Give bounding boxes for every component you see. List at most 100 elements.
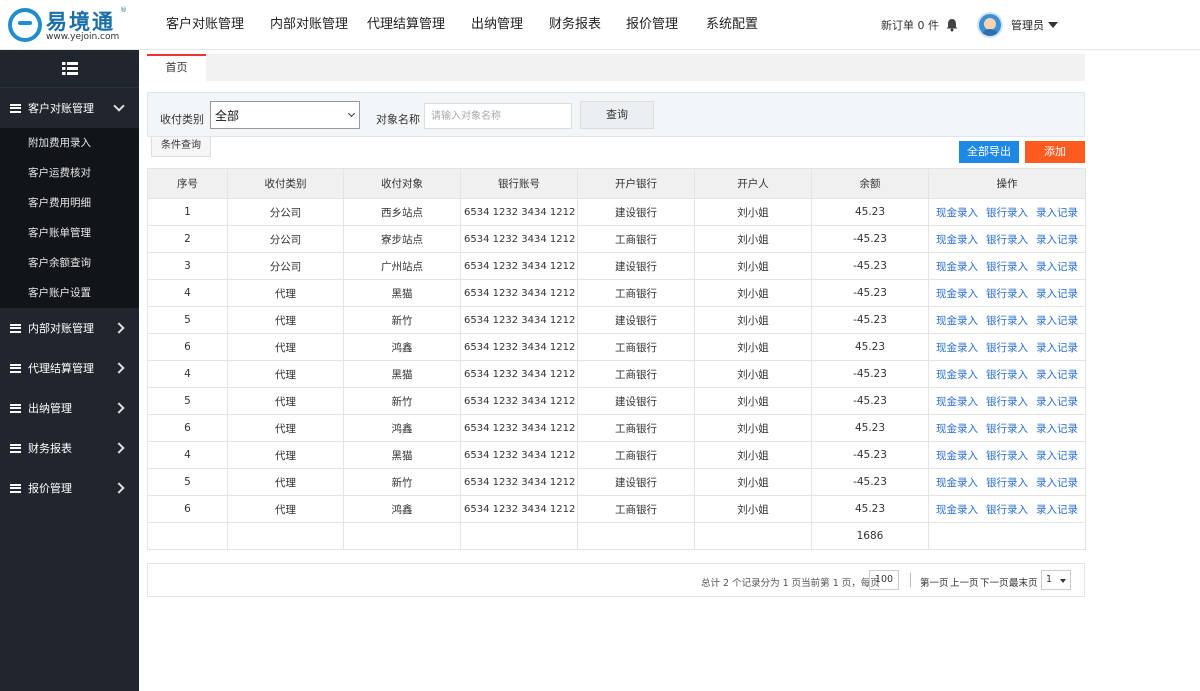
bank-entry-link[interactable]: 银行录入 [986,369,1028,381]
row-balance: -45.23 [811,252,929,280]
cash-entry-link[interactable]: 现金录入 [936,315,978,327]
row-holder: 刘小姐 [694,495,812,523]
bank-entry-link[interactable]: 银行录入 [986,477,1028,489]
sidebar-group-financial-reports[interactable]: 财务报表 [0,428,139,468]
entry-records-link[interactable]: 录入记录 [1036,261,1078,273]
bank-entry-link[interactable]: 银行录入 [986,423,1028,435]
page-size-input[interactable]: 100 [869,570,899,590]
filter-type-select[interactable]: 全部 [210,101,360,129]
cash-entry-link[interactable]: 现金录入 [936,423,978,435]
next-page-link[interactable]: 下一页 [980,575,1009,589]
table-row: 5代理新竹6534 1232 3434 1212 122建设银行刘小姐-45.2… [147,387,1086,415]
row-balance: 45.23 [811,198,929,226]
avatar[interactable] [977,12,1003,38]
page-number-select[interactable]: 1 [1041,570,1071,590]
sidebar-group-label: 代理结算管理 [28,362,94,375]
row-object: 鸿鑫 [343,495,461,523]
logo-url: www.yejoin.com [46,32,120,42]
logo[interactable]: 易境通 ® www.yejoin.com [8,6,127,44]
entry-records-link[interactable]: 录入记录 [1036,369,1078,381]
chevron-right-icon [113,482,125,494]
nav-item-financial-reports[interactable]: 财务报表 [549,0,626,50]
bank-entry-link[interactable]: 银行录入 [986,288,1028,300]
object-name-input[interactable] [424,103,572,129]
entry-records-link[interactable]: 录入记录 [1036,207,1078,219]
last-page-link[interactable]: 最末页 [1009,575,1038,589]
sidebar-item-balance-query[interactable]: 客户余额查询 [0,248,139,278]
nav-item-quotation[interactable]: 报价管理 [626,0,706,50]
cash-entry-link[interactable]: 现金录入 [936,477,978,489]
row-index: 6 [147,414,228,442]
column-header[interactable]: 余额 [811,168,929,199]
nav-item-system-config[interactable]: 系统配置 [706,0,776,50]
column-header[interactable]: 序号 [147,168,228,199]
bell-icon[interactable] [945,18,959,32]
cash-entry-link[interactable]: 现金录入 [936,261,978,273]
cash-entry-link[interactable]: 现金录入 [936,342,978,354]
row-account: 6534 1232 3434 1212 122 [460,225,578,253]
cash-entry-link[interactable]: 现金录入 [936,369,978,381]
entry-records-link[interactable]: 录入记录 [1036,396,1078,408]
prev-page-link[interactable]: 上一页 [950,575,979,589]
sidebar-group-agent-settlement[interactable]: 代理结算管理 [0,348,139,388]
column-header[interactable]: 银行账号 [460,168,578,199]
sidebar-item-bill-management[interactable]: 客户账单管理 [0,218,139,248]
bank-entry-link[interactable]: 银行录入 [986,504,1028,516]
sidebar-item-surcharge-entry[interactable]: 附加费用录入 [0,128,139,158]
sidebar-group-internal-reconciliation[interactable]: 内部对账管理 [0,308,139,348]
sidebar-group-cashier[interactable]: 出纳管理 [0,388,139,428]
nav-item-internal-reconciliation[interactable]: 内部对账管理 [270,0,367,50]
new-orders-count[interactable]: 新订单 0 件 [881,17,939,33]
cash-entry-link[interactable]: 现金录入 [936,234,978,246]
top-header: 易境通 ® www.yejoin.com 客户对账管理 内部对账管理 代理结算管… [0,0,1200,50]
cash-entry-link[interactable]: 现金录入 [936,450,978,462]
bank-entry-link[interactable]: 银行录入 [986,342,1028,354]
cash-entry-link[interactable]: 现金录入 [936,504,978,516]
bank-entry-link[interactable]: 银行录入 [986,261,1028,273]
first-page-link[interactable]: 第一页 [920,575,949,589]
bank-entry-link[interactable]: 银行录入 [986,450,1028,462]
entry-records-link[interactable]: 录入记录 [1036,342,1078,354]
entry-records-link[interactable]: 录入记录 [1036,504,1078,516]
sidebar-item-freight-check[interactable]: 客户运费核对 [0,158,139,188]
query-button[interactable]: 查询 [580,101,654,129]
entry-records-link[interactable]: 录入记录 [1036,450,1078,462]
table-total-row: 1686 [147,522,1086,550]
logo-registered-mark: ® [120,6,127,14]
sidebar-item-account-settings[interactable]: 客户账户设置 [0,278,139,308]
bank-entry-link[interactable]: 银行录入 [986,396,1028,408]
export-all-button[interactable]: 全部导出 [959,141,1019,163]
entry-records-link[interactable]: 录入记录 [1036,234,1078,246]
bank-entry-link[interactable]: 银行录入 [986,315,1028,327]
entry-records-link[interactable]: 录入记录 [1036,288,1078,300]
column-header[interactable]: 操作 [928,168,1086,199]
entry-records-link[interactable]: 录入记录 [1036,423,1078,435]
nav-item-cashier[interactable]: 出纳管理 [471,0,549,50]
entry-records-link[interactable]: 录入记录 [1036,315,1078,327]
bank-entry-link[interactable]: 银行录入 [986,207,1028,219]
add-button[interactable]: 添加 [1025,141,1085,163]
sidebar-item-fee-details[interactable]: 客户费用明细 [0,188,139,218]
table-row: 2分公司寮步站点6534 1232 3434 1212 122工商银行刘小姐-4… [147,225,1086,253]
sidebar-toggle[interactable] [0,50,139,88]
user-name[interactable]: 管理员 [1011,17,1044,33]
column-header[interactable]: 收付类别 [227,168,344,199]
sidebar-group-customer-reconciliation[interactable]: 客户对账管理 [0,88,139,128]
column-header[interactable]: 开户银行 [577,168,695,199]
bank-entry-link[interactable]: 银行录入 [986,234,1028,246]
nav-item-customer-reconciliation[interactable]: 客户对账管理 [166,0,270,50]
column-header[interactable]: 收付对象 [343,168,461,199]
row-holder: 刘小姐 [694,333,812,361]
entry-records-link[interactable]: 录入记录 [1036,477,1078,489]
nav-item-agent-settlement[interactable]: 代理结算管理 [367,0,471,50]
chevron-down-icon[interactable] [1048,22,1058,28]
cash-entry-link[interactable]: 现金录入 [936,207,978,219]
sidebar-group-quotation[interactable]: 报价管理 [0,468,139,508]
table-header-row: 序号 收付类别 收付对象 银行账号 开户银行 开户人 余额 操作 [147,168,1086,199]
column-header[interactable]: 开户人 [694,168,812,199]
condition-query-tab[interactable]: 条件查询 [151,137,211,157]
cash-entry-link[interactable]: 现金录入 [936,396,978,408]
row-account: 6534 1232 3434 1212 122 [460,387,578,415]
cash-entry-link[interactable]: 现金录入 [936,288,978,300]
tab-home[interactable]: 首页 [147,54,206,81]
